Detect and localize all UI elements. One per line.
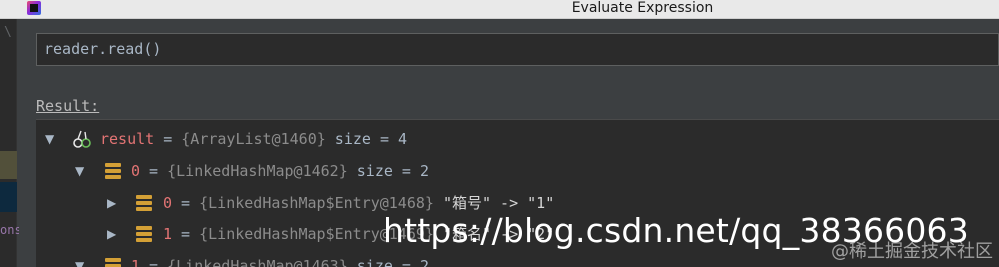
tree-node-eq: =	[140, 162, 168, 180]
field-icon	[105, 163, 121, 179]
tree-node-extra: "箱号" -> "1"	[433, 194, 555, 212]
expression-text[interactable]: reader.read()	[44, 40, 161, 58]
field-icon	[136, 226, 152, 242]
watch-result-icon	[73, 130, 91, 148]
expand-right-arrow-icon[interactable]: ▶	[107, 190, 116, 216]
watermark-badge: @稀土掘金技术社区	[831, 241, 993, 262]
window-titlebar: Evaluate Expression	[0, 0, 999, 19]
tree-node-eq: =	[154, 130, 182, 148]
tree-node-eq: =	[172, 225, 200, 243]
tree-node-type: {LinkedHashMap@1463}	[167, 257, 348, 267]
editor-background-strip: \ ons	[0, 19, 22, 267]
expand-down-arrow-icon[interactable]: ▼	[75, 158, 84, 184]
editor-highlight-line	[0, 151, 17, 179]
tree-node-eq: =	[140, 257, 168, 267]
expand-down-arrow-icon[interactable]: ▼	[45, 126, 54, 152]
expand-right-arrow-icon[interactable]: ▶	[107, 221, 116, 247]
window-title: Evaluate Expression	[571, 0, 714, 16]
editor-selected-line	[0, 182, 17, 212]
tree-node-extra: size = 2	[347, 257, 430, 267]
tree-node-name: result	[100, 130, 155, 148]
editor-fragment: \	[4, 25, 12, 40]
tree-node-extra: size = 2	[347, 162, 430, 180]
tree-node-name: 1	[163, 225, 173, 243]
tree-node-name: 0	[131, 162, 141, 180]
expression-input[interactable]: reader.read()	[36, 33, 999, 66]
tree-node-type: {LinkedHashMap$Entry@1468}	[199, 194, 434, 212]
tree-node-type: {ArrayList@1460}	[181, 130, 326, 148]
tree-node-name: 0	[163, 194, 173, 212]
expand-down-arrow-icon[interactable]: ▼	[75, 253, 84, 267]
tree-row[interactable]: ▼ result = {ArrayList@1460} size = 4	[36, 126, 999, 152]
tree-node-eq: =	[172, 194, 200, 212]
field-icon	[105, 258, 121, 267]
tree-node-type: {LinkedHashMap@1462}	[167, 162, 348, 180]
field-icon	[136, 195, 152, 211]
tree-node-name: 1	[131, 257, 141, 267]
result-label: Result:	[36, 97, 100, 115]
tree-node-extra: size = 4	[325, 130, 408, 148]
tree-row[interactable]: ▼ 0 = {LinkedHashMap@1462} size = 2	[36, 158, 999, 184]
